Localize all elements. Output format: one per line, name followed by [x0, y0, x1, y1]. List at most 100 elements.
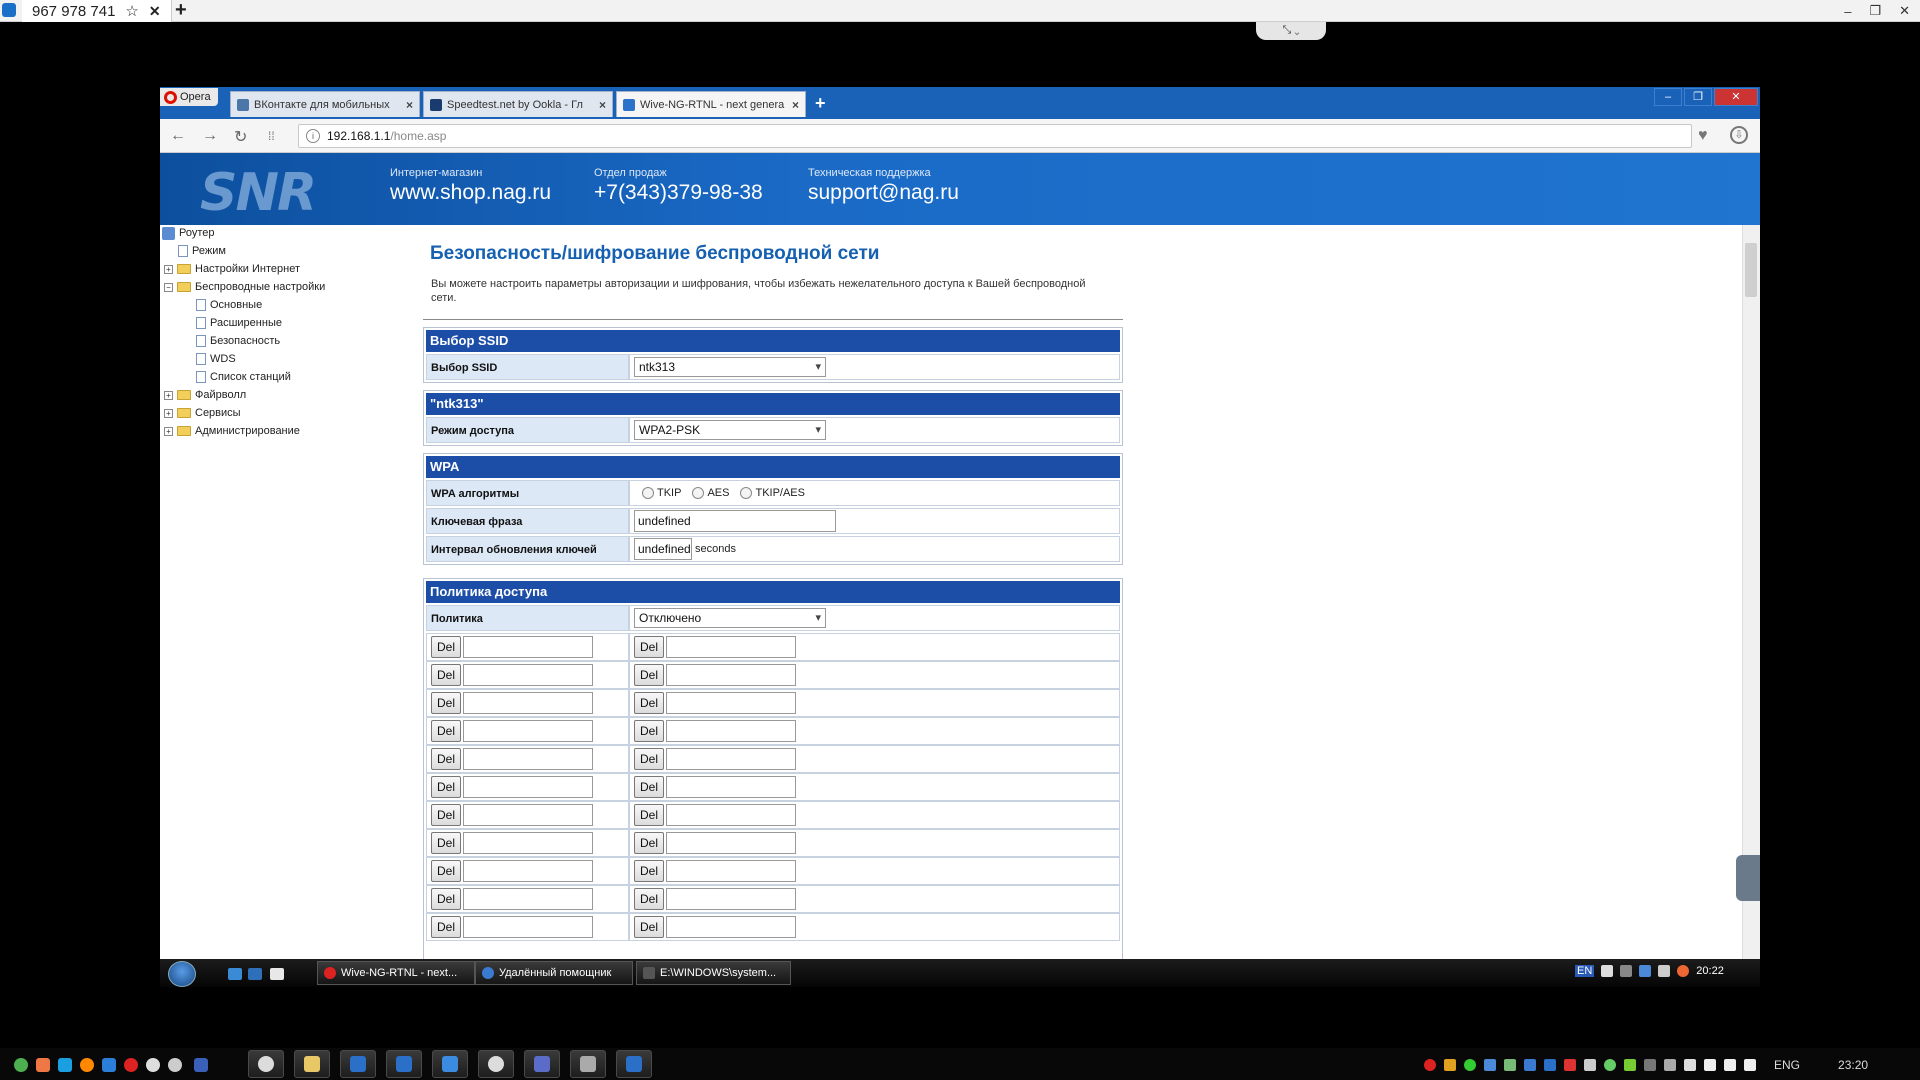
mac-input[interactable] — [666, 692, 796, 714]
taskbar-button-teamviewer[interactable] — [616, 1050, 652, 1078]
tab-wive[interactable]: Wive-NG-RTNL - next genera × — [616, 91, 806, 117]
key-interval-input[interactable]: undefined — [634, 538, 692, 560]
del-button[interactable]: Del — [634, 692, 664, 714]
taskbar-button-app[interactable] — [432, 1050, 468, 1078]
help-icon[interactable] — [1601, 965, 1614, 977]
del-button[interactable]: Del — [431, 748, 461, 770]
mac-input[interactable] — [666, 916, 796, 938]
del-button[interactable]: Del — [431, 832, 461, 854]
del-button[interactable]: Del — [431, 804, 461, 826]
quicklaunch-app-icon[interactable] — [14, 1058, 28, 1072]
scrollbar-thumb[interactable] — [1745, 243, 1757, 297]
del-button[interactable]: Del — [431, 664, 461, 686]
show-desktop-icon[interactable] — [228, 968, 242, 980]
reload-icon[interactable]: ↻ — [234, 127, 247, 147]
browser-maximize-icon[interactable]: ❐ — [1684, 88, 1712, 106]
chrome-icon[interactable] — [168, 1058, 182, 1072]
taskbar-item-cmd[interactable]: E:\WINDOWS\system... — [636, 961, 791, 985]
nvidia-icon[interactable] — [1624, 1059, 1636, 1071]
close-session-icon[interactable]: ✕ — [149, 3, 161, 20]
tab-close-icon[interactable]: × — [406, 98, 413, 112]
mac-input[interactable] — [666, 804, 796, 826]
tree-item-services[interactable]: + Сервисы — [164, 405, 241, 421]
mac-input[interactable] — [666, 776, 796, 798]
shop-url[interactable]: www.shop.nag.ru — [390, 181, 551, 205]
mac-input[interactable] — [463, 888, 593, 910]
tray-app-icon[interactable] — [1464, 1059, 1476, 1071]
keyboard-icon[interactable] — [1664, 1059, 1676, 1071]
expand-icon[interactable]: + — [164, 264, 173, 274]
signal-icon[interactable] — [1684, 1059, 1696, 1071]
mac-input[interactable] — [666, 720, 796, 742]
mac-input[interactable] — [463, 832, 593, 854]
tray-app-icon[interactable] — [1424, 1059, 1436, 1071]
taskbar-button-app[interactable] — [524, 1050, 560, 1078]
mac-input[interactable] — [666, 636, 796, 658]
security-mode-select[interactable]: WPA2-PSK — [634, 420, 826, 440]
download-icon[interactable]: ⇩ — [1730, 126, 1748, 144]
teamviewer-tray-icon[interactable] — [1544, 1059, 1556, 1071]
tkip-radio[interactable] — [642, 487, 654, 499]
notepad-icon[interactable] — [270, 968, 284, 980]
alert-icon[interactable] — [1677, 965, 1690, 977]
tray-app-icon[interactable] — [1564, 1059, 1576, 1071]
taskbar-button-teamviewer[interactable] — [340, 1050, 376, 1078]
mac-input[interactable] — [666, 832, 796, 854]
session-tab[interactable]: 967 978 741 ☆ ✕ — [22, 0, 172, 22]
del-button[interactable]: Del — [634, 804, 664, 826]
tree-item-internet[interactable]: + Настройки Интернет — [164, 261, 300, 277]
tree-item-security[interactable]: Безопасность — [196, 333, 280, 349]
teamviewer-side-panel-handle[interactable] — [1736, 855, 1760, 901]
del-button[interactable]: Del — [634, 916, 664, 938]
taskbar-item-wive[interactable]: Wive-NG-RTNL - next... — [317, 961, 475, 985]
chrome-icon[interactable] — [146, 1058, 160, 1072]
taskbar-item-remote-assistant[interactable]: Удалённый помощник — [475, 961, 633, 985]
del-button[interactable]: Del — [431, 636, 461, 658]
browser-minimize-icon[interactable]: – — [1654, 88, 1682, 106]
collapse-icon[interactable]: − — [164, 282, 173, 292]
del-button[interactable]: Del — [431, 860, 461, 882]
minimize-icon[interactable]: ‒ — [1844, 4, 1851, 19]
policy-select[interactable]: Отключено — [634, 608, 826, 628]
del-button[interactable]: Del — [431, 888, 461, 910]
quicklaunch-app-icon[interactable] — [194, 1058, 208, 1072]
tree-item-basic[interactable]: Основные — [196, 297, 262, 313]
del-button[interactable]: Del — [634, 748, 664, 770]
taskbar-button-chrome[interactable] — [248, 1050, 284, 1078]
forward-icon[interactable]: → — [202, 127, 218, 145]
tab-speedtest[interactable]: Speedtest.net by Ookla - Гл × — [423, 91, 613, 117]
mac-input[interactable] — [463, 860, 593, 882]
language-indicator[interactable]: EN — [1575, 965, 1595, 977]
notification-icon[interactable] — [1644, 1059, 1656, 1071]
tray-app-icon[interactable] — [1504, 1059, 1516, 1071]
tree-item-mode[interactable]: Режим — [178, 243, 226, 259]
mac-input[interactable] — [463, 748, 593, 770]
page-scrollbar[interactable] — [1742, 225, 1760, 959]
skype-icon[interactable] — [58, 1058, 72, 1072]
expand-icon[interactable]: + — [164, 408, 173, 418]
network-icon[interactable] — [1620, 965, 1633, 977]
passphrase-input[interactable]: undefined — [634, 510, 836, 532]
mac-input[interactable] — [463, 804, 593, 826]
tree-item-wds[interactable]: WDS — [196, 351, 236, 367]
del-button[interactable]: Del — [431, 692, 461, 714]
del-button[interactable]: Del — [634, 720, 664, 742]
taskbar-button-explorer[interactable] — [294, 1050, 330, 1078]
new-tab-button[interactable]: + — [815, 93, 826, 114]
del-button[interactable]: Del — [431, 776, 461, 798]
del-button[interactable]: Del — [634, 888, 664, 910]
bookmark-heart-icon[interactable]: ♥ — [1698, 127, 1708, 145]
aes-radio[interactable] — [692, 487, 705, 499]
tray-app-icon[interactable] — [1484, 1059, 1496, 1071]
tray-app-icon[interactable] — [1584, 1059, 1596, 1071]
expand-icon[interactable]: + — [164, 426, 173, 436]
tree-item-router[interactable]: Роутер — [162, 225, 215, 241]
taskbar-button-chrome[interactable] — [478, 1050, 514, 1078]
del-button[interactable]: Del — [431, 720, 461, 742]
del-button[interactable]: Del — [634, 664, 664, 686]
tree-item-admin[interactable]: + Администрирование — [164, 423, 300, 439]
monitor-icon[interactable] — [1639, 965, 1652, 977]
network-icon[interactable] — [1724, 1059, 1736, 1071]
volume-icon[interactable] — [1744, 1059, 1756, 1071]
remote-start-button[interactable] — [168, 961, 196, 987]
